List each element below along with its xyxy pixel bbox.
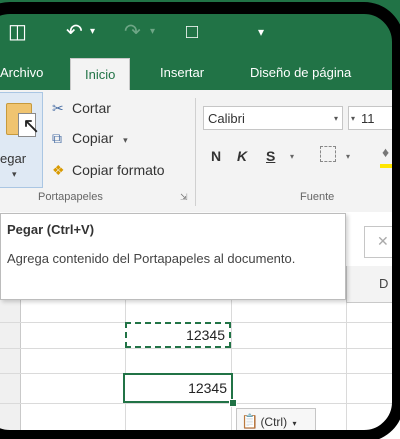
copy-icon: ⧉ — [52, 130, 62, 146]
tab-insertar[interactable]: Insertar — [160, 56, 204, 90]
tab-archivo[interactable]: Archivo — [0, 56, 43, 90]
font-group-label: Fuente — [300, 191, 335, 203]
new-document-icon[interactable]: □ — [186, 22, 198, 42]
clipboard-dialog-launcher-icon[interactable]: ⇲ — [180, 192, 188, 203]
tab-inicio[interactable]: Inicio — [70, 58, 131, 92]
tooltip-title: Pegar (Ctrl+V) — [7, 222, 95, 237]
italic-button[interactable]: K — [237, 148, 247, 164]
borders-icon[interactable] — [320, 146, 336, 162]
font-size-select[interactable]: ▾ 11 — [348, 106, 400, 130]
paste-options-button[interactable]: 📋 (Ctrl) ▾ — [236, 408, 316, 434]
scissors-icon: ✂ — [52, 100, 64, 116]
redo-icon: ↷ — [124, 21, 141, 43]
paste-button[interactable]: ↖ egar ▾ — [0, 92, 43, 188]
grid-line — [0, 348, 400, 349]
copy-label: Copiar — [72, 130, 114, 146]
ribbon: ↖ egar ▾ ✂ Cortar ⧉ Copiar ▾ ❖ Copiar forma… — [0, 90, 400, 213]
grid-line — [125, 300, 126, 439]
grid-line — [231, 300, 232, 439]
column-header-d[interactable]: D — [346, 266, 400, 303]
paste-tooltip: Pegar (Ctrl+V) Agrega contenido del Port… — [0, 213, 346, 300]
font-name-dropdown-icon[interactable]: ▾ — [334, 107, 338, 131]
fill-color-icon[interactable]: ♦ — [382, 144, 396, 162]
format-painter-icon: ❖ — [52, 162, 65, 178]
active-cell[interactable]: 12345 — [123, 373, 233, 403]
copy-format-label: Copiar formato — [72, 162, 165, 178]
undo-dropdown-icon[interactable]: ▾ — [90, 22, 95, 42]
fill-color-swatch — [380, 164, 400, 168]
font-size-dropdown-icon[interactable]: ▾ — [351, 107, 355, 131]
bold-button[interactable]: N — [211, 148, 221, 164]
row-headers — [0, 300, 21, 439]
copied-cell[interactable]: 12345 — [125, 322, 231, 348]
copy-dropdown-icon[interactable]: ▾ — [123, 135, 128, 145]
clipboard-group-label: Portapapeles — [38, 191, 103, 203]
paste-options-label: (Ctrl) — [260, 415, 288, 429]
paste-dropdown-icon[interactable]: ▾ — [12, 169, 17, 180]
undo-icon[interactable]: ↶ — [66, 22, 83, 42]
underline-button[interactable]: S — [266, 148, 275, 164]
copy-format-button[interactable]: ❖ Copiar formato — [52, 158, 165, 182]
paste-options-clipboard-icon: 📋 — [241, 413, 259, 429]
ribbon-tabs: Archivo Inicio Insertar Diseño de página — [0, 56, 400, 92]
tab-diseno-de-pagina[interactable]: Diseño de página — [250, 56, 351, 90]
font-name-select[interactable]: Calibri ▾ — [203, 106, 343, 130]
font-name-value: Calibri — [208, 111, 245, 126]
copy-button[interactable]: ⧉ Copiar ▾ — [52, 126, 128, 150]
grid-line — [346, 300, 347, 439]
mouse-cursor-icon: ↖ — [22, 113, 41, 138]
customize-qat-icon[interactable]: ▾ — [258, 22, 264, 42]
group-separator — [195, 98, 196, 206]
save-icon[interactable]: ◫ — [8, 22, 27, 42]
borders-dropdown-icon[interactable]: ▾ — [346, 152, 350, 161]
grid-line — [0, 403, 400, 404]
fill-handle[interactable] — [229, 399, 237, 407]
column-header-label: D — [379, 276, 389, 291]
title-bar: ◫ ↶ ▾ ↷ ▾ □ ▾ — [0, 0, 400, 56]
underline-dropdown-icon[interactable]: ▾ — [290, 152, 294, 161]
font-size-value: 11 — [361, 111, 375, 126]
formula-bar-field[interactable]: ✕ — [364, 226, 400, 258]
excel-window: ◫ ↶ ▾ ↷ ▾ □ ▾ Archivo Inicio Insertar Di… — [0, 0, 400, 439]
paste-options-dropdown-icon: ▾ — [292, 419, 297, 428]
screenshot-frame: ◫ ↶ ▾ ↷ ▾ □ ▾ Archivo Inicio Insertar Di… — [0, 0, 400, 439]
cut-label: Cortar — [72, 100, 111, 116]
redo-dropdown-icon: ▾ — [150, 26, 156, 37]
tooltip-description: Agrega contenido del Portapapeles al doc… — [7, 251, 296, 266]
cut-button[interactable]: ✂ Cortar — [52, 96, 111, 120]
paste-label: egar — [0, 151, 27, 166]
